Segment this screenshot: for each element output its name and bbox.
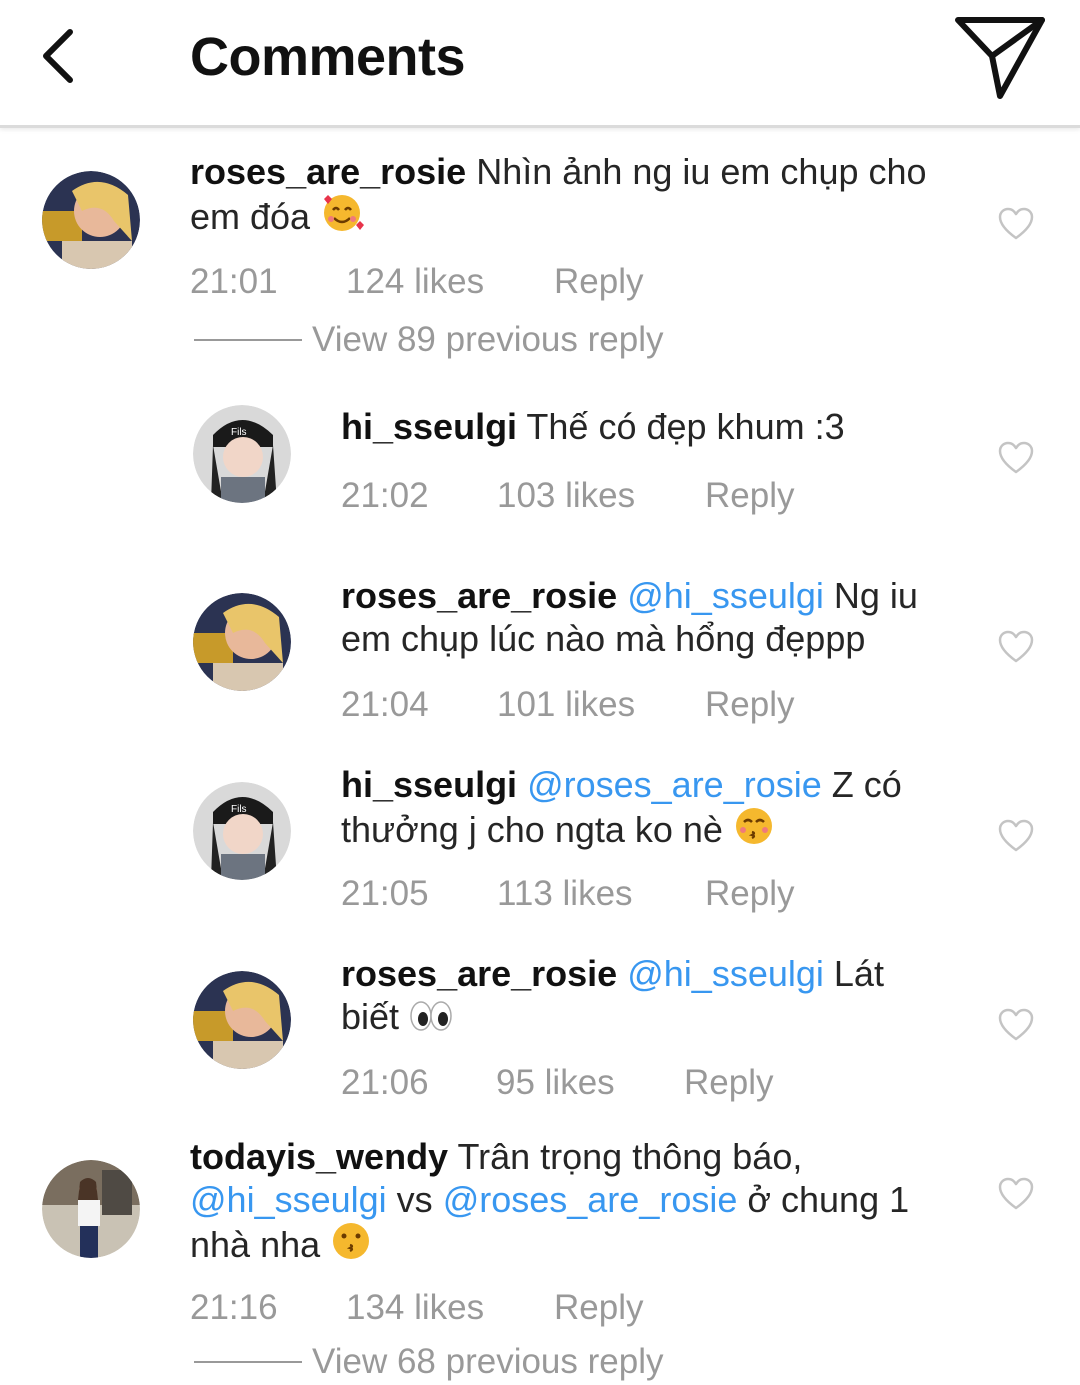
avatar-wendy-image <box>42 1160 140 1258</box>
comment-username[interactable]: hi_sseulgi <box>341 764 517 805</box>
avatar[interactable] <box>42 171 140 269</box>
comment-body-after: ở chung 1 <box>747 1179 910 1220</box>
svg-text:Fils: Fils <box>231 804 247 815</box>
comment-meta: 21:02 103 likes Reply <box>341 476 794 516</box>
heart-outline-icon <box>998 1008 1034 1041</box>
comment-meta: 21:16 134 likes Reply <box>190 1288 643 1328</box>
back-button[interactable] <box>38 28 82 84</box>
comment-body: Z có <box>831 764 902 805</box>
view-replies-label: View 89 previous reply <box>312 320 664 359</box>
view-previous-replies[interactable]: View 89 previous reply <box>194 320 664 360</box>
eyes-icon <box>409 999 453 1042</box>
like-button[interactable] <box>998 207 1034 241</box>
reply-button[interactable]: Reply <box>684 1063 773 1103</box>
comment-time: 21:16 <box>190 1288 278 1327</box>
avatar-rosie-image <box>193 593 291 691</box>
avatar-sseulgi-image: Fils <box>193 782 291 880</box>
like-button[interactable] <box>998 441 1034 475</box>
comment-text: todayis_wendy Trân trọng thông báo, @hi_… <box>190 1135 970 1270</box>
share-button[interactable] <box>952 12 1048 102</box>
page-title: Comments <box>190 27 466 87</box>
avatar-sseulgi-image: Fils <box>193 405 291 503</box>
comment-username[interactable]: roses_are_rosie <box>190 151 466 192</box>
reply-button[interactable]: Reply <box>705 476 794 516</box>
view-previous-replies[interactable]: View 68 previous reply <box>194 1342 664 1382</box>
comment-text: roses_are_rosie @hi_sseulgi Ng iu em chụ… <box>341 574 961 660</box>
comment-meta: 21:04 101 likes Reply <box>341 685 794 725</box>
direct-send-icon <box>955 17 1045 99</box>
avatar[interactable] <box>193 971 291 1069</box>
comment-username[interactable]: hi_sseulgi <box>341 406 517 447</box>
comment-text: hi_sseulgi Thế có đẹp khum :3 <box>341 405 981 448</box>
kissing-face-icon <box>330 1221 372 1270</box>
heart-outline-icon <box>998 819 1034 852</box>
reply-button[interactable]: Reply <box>554 1288 643 1328</box>
comment-text: roses_are_rosie @hi_sseulgi Lát biết <box>341 952 961 1042</box>
comment-likes[interactable]: 124 likes <box>346 262 554 302</box>
like-button[interactable] <box>998 1177 1034 1211</box>
svg-text:Fils: Fils <box>231 427 247 438</box>
comment-likes[interactable]: 134 likes <box>346 1288 554 1328</box>
comment-body: Lát <box>833 953 884 994</box>
comment-meta: 21:05 113 likes Reply <box>341 874 794 914</box>
avatar[interactable]: Fils <box>193 405 291 503</box>
avatar-rosie-image <box>42 171 140 269</box>
comment-body-line2: thưởng j cho ngta ko nè <box>341 809 723 850</box>
reply-button[interactable]: Reply <box>705 874 794 914</box>
comment-time: 21:04 <box>341 685 429 724</box>
comment-body-line2: em chụp lúc nào mà hổng đẹppp <box>341 618 866 659</box>
divider-line <box>194 1361 302 1363</box>
top-bar: Comments <box>0 0 1080 128</box>
comment-likes[interactable]: 101 likes <box>497 685 705 725</box>
avatar[interactable] <box>42 1160 140 1258</box>
comment-likes[interactable]: 95 likes <box>496 1063 684 1103</box>
avatar[interactable]: Fils <box>193 782 291 880</box>
like-button[interactable] <box>998 630 1034 664</box>
comment-text: roses_are_rosie Nhìn ảnh ng iu em chụp c… <box>190 150 970 242</box>
comment-body: Thế có đẹp khum :3 <box>526 406 845 447</box>
comment-time: 21:01 <box>190 262 278 301</box>
comment-username[interactable]: roses_are_rosie <box>341 575 617 616</box>
kissing-face-with-smiling-eyes-icon <box>733 806 775 855</box>
mention-link[interactable]: @hi_sseulgi <box>627 953 824 994</box>
comment-body-line3: nhà nha <box>190 1224 321 1265</box>
comment-body-mid: vs <box>396 1179 433 1220</box>
comment-time: 21:05 <box>341 874 429 913</box>
mention-link[interactable]: @hi_sseulgi <box>627 575 824 616</box>
comment-meta: 21:06 95 likes Reply <box>341 1063 773 1103</box>
mention-link[interactable]: @roses_are_rosie <box>527 764 822 805</box>
comment-likes[interactable]: 103 likes <box>497 476 705 516</box>
heart-outline-icon <box>998 630 1034 663</box>
view-replies-label: View 68 previous reply <box>312 1342 664 1381</box>
smiling-face-with-hearts-icon <box>320 193 365 242</box>
comment-body: Ng iu <box>833 575 918 616</box>
comment-likes[interactable]: 113 likes <box>497 874 705 914</box>
comment-body: Trân trọng thông báo, <box>457 1136 803 1177</box>
like-button[interactable] <box>998 1008 1034 1042</box>
like-button[interactable] <box>998 819 1034 853</box>
back-arrow-icon <box>43 29 73 83</box>
avatar-rosie-image <box>193 971 291 1069</box>
heart-outline-icon <box>998 441 1034 474</box>
comment-time: 21:06 <box>341 1063 429 1102</box>
reply-button[interactable]: Reply <box>554 262 643 302</box>
mention-link-2[interactable]: @roses_are_rosie <box>443 1179 738 1220</box>
avatar[interactable] <box>193 593 291 691</box>
comment-username[interactable]: roses_are_rosie <box>341 953 617 994</box>
reply-button[interactable]: Reply <box>705 685 794 725</box>
heart-outline-icon <box>998 207 1034 240</box>
mention-link[interactable]: @hi_sseulgi <box>190 1179 387 1220</box>
comment-time: 21:02 <box>341 476 429 515</box>
divider-line <box>194 339 302 341</box>
comment-body-line2: biết <box>341 996 400 1037</box>
heart-outline-icon <box>998 1177 1034 1210</box>
comment-text: hi_sseulgi @roses_are_rosie Z có thưởng … <box>341 763 961 855</box>
comment-username[interactable]: todayis_wendy <box>190 1136 448 1177</box>
comment-meta: 21:01 124 likes Reply <box>190 262 643 302</box>
